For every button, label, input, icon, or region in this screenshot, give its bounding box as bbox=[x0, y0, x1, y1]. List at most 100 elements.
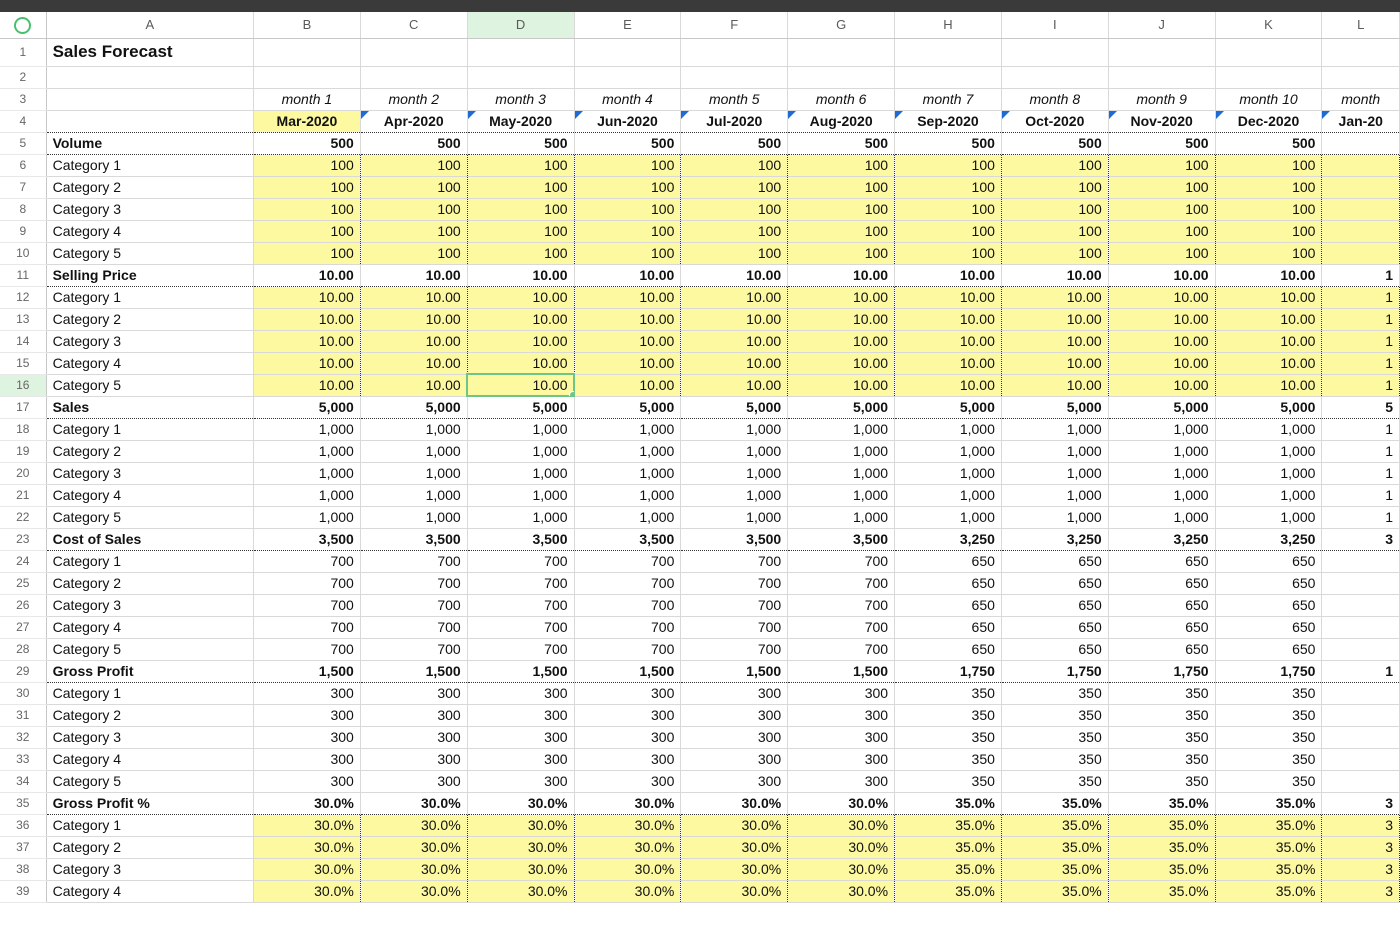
data-cell[interactable]: 35.0% bbox=[1108, 814, 1215, 836]
data-cell[interactable]: 30.0% bbox=[467, 858, 574, 880]
data-cell[interactable]: 100 bbox=[788, 220, 895, 242]
month-header-cell[interactable]: May-2020 bbox=[467, 110, 574, 132]
data-cell[interactable]: 100 bbox=[467, 176, 574, 198]
data-cell[interactable]: 1,000 bbox=[360, 440, 467, 462]
data-cell[interactable]: 30.0% bbox=[574, 880, 681, 902]
data-cell[interactable]: 5,000 bbox=[895, 396, 1002, 418]
data-cell[interactable]: 700 bbox=[467, 550, 574, 572]
data-cell[interactable]: 350 bbox=[1108, 682, 1215, 704]
data-cell[interactable]: 350 bbox=[1001, 770, 1108, 792]
row-header[interactable]: 17 bbox=[0, 396, 46, 418]
data-cell[interactable]: 100 bbox=[467, 198, 574, 220]
data-cell[interactable]: 650 bbox=[1215, 638, 1322, 660]
row-header[interactable]: 3 bbox=[0, 88, 46, 110]
data-cell[interactable]: 30.0% bbox=[253, 880, 360, 902]
data-cell[interactable]: 10.00 bbox=[895, 330, 1002, 352]
data-cell[interactable]: 350 bbox=[895, 770, 1002, 792]
data-cell[interactable]: 650 bbox=[1215, 616, 1322, 638]
data-cell[interactable]: 650 bbox=[1108, 550, 1215, 572]
data-cell[interactable]: 1,500 bbox=[681, 660, 788, 682]
data-row[interactable]: 24Category 17007007007007007006506506506… bbox=[0, 550, 1400, 572]
data-cell[interactable]: 650 bbox=[895, 572, 1002, 594]
data-cell[interactable]: 1,750 bbox=[895, 660, 1002, 682]
data-cell[interactable]: 1,000 bbox=[1001, 440, 1108, 462]
data-cell[interactable]: 30.0% bbox=[467, 836, 574, 858]
data-cell[interactable]: 100 bbox=[253, 198, 360, 220]
data-cell[interactable]: 100 bbox=[574, 176, 681, 198]
column-header[interactable]: A bbox=[46, 12, 253, 38]
row-header[interactable]: 27 bbox=[0, 616, 46, 638]
data-cell[interactable]: 1,000 bbox=[681, 418, 788, 440]
data-cell[interactable]: 10.00 bbox=[895, 308, 1002, 330]
data-cell[interactable]: 5,000 bbox=[574, 396, 681, 418]
data-cell[interactable]: 700 bbox=[253, 616, 360, 638]
data-cell[interactable] bbox=[1322, 682, 1400, 704]
data-row[interactable]: 12Category 110.0010.0010.0010.0010.0010.… bbox=[0, 286, 1400, 308]
row-label-cell[interactable]: Selling Price bbox=[46, 264, 253, 286]
data-cell[interactable]: 650 bbox=[1108, 572, 1215, 594]
data-cell[interactable]: 300 bbox=[360, 682, 467, 704]
data-cell[interactable]: 300 bbox=[681, 682, 788, 704]
data-cell[interactable]: 1,000 bbox=[895, 484, 1002, 506]
data-row[interactable]: 18Category 11,0001,0001,0001,0001,0001,0… bbox=[0, 418, 1400, 440]
data-cell[interactable]: 3 bbox=[1322, 814, 1400, 836]
row-header[interactable]: 28 bbox=[0, 638, 46, 660]
data-cell[interactable]: 1,000 bbox=[1108, 462, 1215, 484]
select-all-corner[interactable] bbox=[0, 12, 44, 38]
data-cell[interactable]: 30.0% bbox=[681, 836, 788, 858]
column-header[interactable]: J bbox=[1108, 12, 1215, 38]
data-cell[interactable]: 700 bbox=[360, 638, 467, 660]
data-cell[interactable]: 1,000 bbox=[1001, 418, 1108, 440]
row-header[interactable]: 12 bbox=[0, 286, 46, 308]
row-header[interactable]: 5 bbox=[0, 132, 46, 154]
data-cell[interactable]: 1,000 bbox=[360, 462, 467, 484]
data-cell[interactable]: 700 bbox=[574, 638, 681, 660]
data-cell[interactable]: 3 bbox=[1322, 792, 1400, 814]
data-cell[interactable]: 500 bbox=[1108, 132, 1215, 154]
row-header[interactable]: 7 bbox=[0, 176, 46, 198]
data-cell[interactable]: 350 bbox=[895, 726, 1002, 748]
row-label-cell[interactable]: Category 2 bbox=[46, 308, 253, 330]
data-cell[interactable]: 35.0% bbox=[1108, 792, 1215, 814]
data-cell[interactable]: 3,250 bbox=[895, 528, 1002, 550]
data-row[interactable]: 28Category 57007007007007007006506506506… bbox=[0, 638, 1400, 660]
data-cell[interactable]: 3,500 bbox=[253, 528, 360, 550]
data-cell[interactable]: 700 bbox=[467, 616, 574, 638]
data-cell[interactable]: 30.0% bbox=[788, 836, 895, 858]
data-cell[interactable]: 700 bbox=[574, 550, 681, 572]
data-cell[interactable]: 5,000 bbox=[1108, 396, 1215, 418]
row-label-cell[interactable]: Gross Profit bbox=[46, 660, 253, 682]
data-cell[interactable]: 1,000 bbox=[1108, 484, 1215, 506]
data-cell[interactable]: 700 bbox=[788, 572, 895, 594]
data-cell[interactable]: 700 bbox=[360, 616, 467, 638]
data-cell[interactable]: 1,750 bbox=[1215, 660, 1322, 682]
data-cell[interactable]: 300 bbox=[253, 704, 360, 726]
cell[interactable] bbox=[1215, 66, 1322, 88]
data-cell[interactable]: 10.00 bbox=[788, 286, 895, 308]
data-cell[interactable]: 30.0% bbox=[253, 858, 360, 880]
data-cell[interactable]: 30.0% bbox=[360, 858, 467, 880]
data-cell[interactable]: 1,000 bbox=[895, 440, 1002, 462]
data-cell[interactable]: 10.00 bbox=[681, 308, 788, 330]
data-cell[interactable]: 1,000 bbox=[574, 440, 681, 462]
row-header[interactable]: 29 bbox=[0, 660, 46, 682]
data-cell[interactable]: 35.0% bbox=[1215, 836, 1322, 858]
row-header[interactable]: 20 bbox=[0, 462, 46, 484]
data-cell[interactable]: 350 bbox=[1215, 726, 1322, 748]
data-cell[interactable]: 100 bbox=[1108, 242, 1215, 264]
column-header[interactable]: L bbox=[1322, 12, 1400, 38]
data-cell[interactable]: 10.00 bbox=[895, 264, 1002, 286]
column-header[interactable]: C bbox=[360, 12, 467, 38]
data-cell[interactable]: 10.00 bbox=[574, 308, 681, 330]
row-label-cell[interactable]: Category 5 bbox=[46, 242, 253, 264]
data-cell[interactable]: 10.00 bbox=[253, 286, 360, 308]
data-cell[interactable]: 100 bbox=[1108, 198, 1215, 220]
data-cell[interactable]: 300 bbox=[360, 748, 467, 770]
data-cell[interactable]: 500 bbox=[360, 132, 467, 154]
cell[interactable] bbox=[360, 38, 467, 66]
data-cell[interactable]: 100 bbox=[360, 242, 467, 264]
data-cell[interactable]: 100 bbox=[360, 220, 467, 242]
data-row[interactable]: 4 Mar-2020Apr-2020May-2020Jun-2020Jul-20… bbox=[0, 110, 1400, 132]
column-header[interactable]: D bbox=[467, 12, 574, 38]
data-cell[interactable]: 650 bbox=[1001, 550, 1108, 572]
